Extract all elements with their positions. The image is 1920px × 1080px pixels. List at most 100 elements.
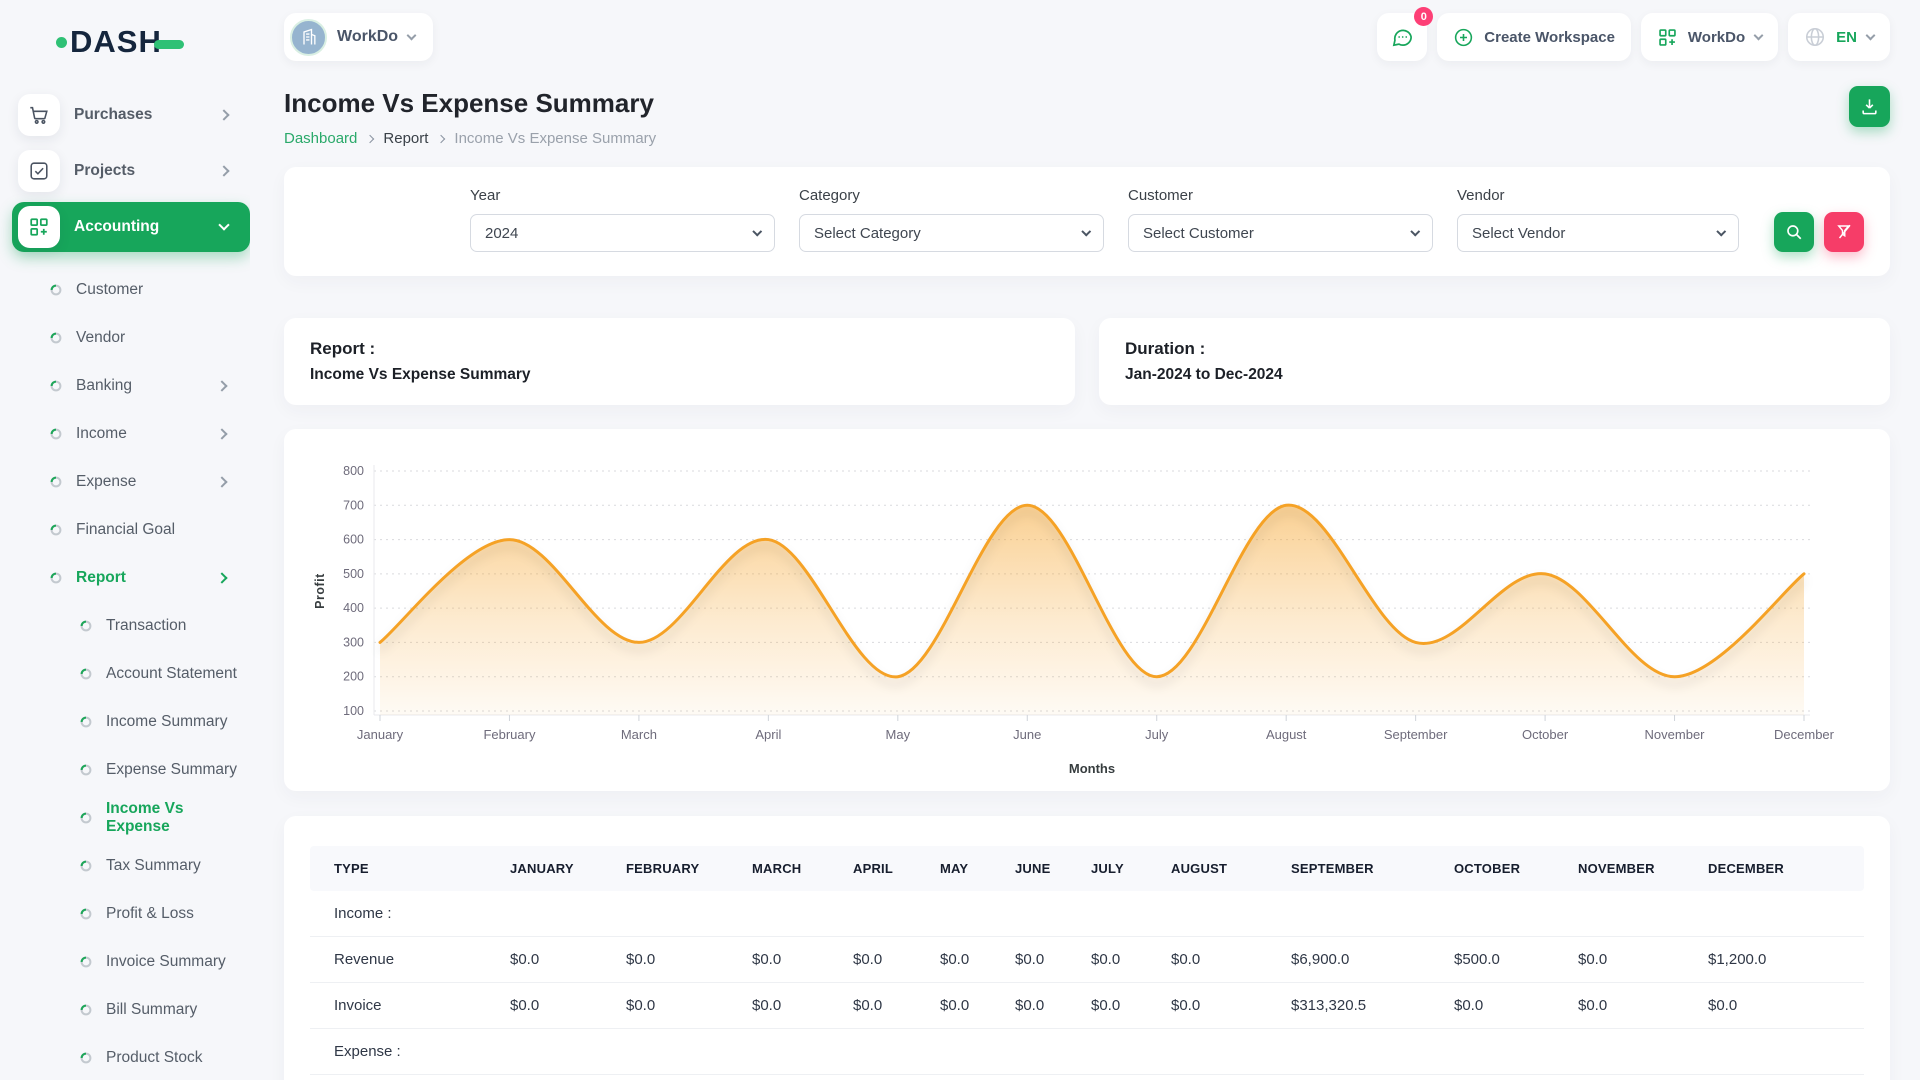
chevron-right-icon <box>216 380 227 391</box>
sidebar-item-product-stock[interactable]: Product Stock <box>12 1034 250 1080</box>
filter-group-vendor: Vendor Select Vendor <box>1457 187 1739 252</box>
sidebar-item-vendor[interactable]: Vendor <box>12 314 250 362</box>
cell-value: $0.0 <box>1015 983 1091 1029</box>
sidebar-item-accounting[interactable]: Accounting <box>12 202 250 252</box>
download-icon <box>1860 97 1879 116</box>
bullet-ring-icon <box>50 380 62 392</box>
breadcrumb-item-report[interactable]: Report <box>383 130 428 147</box>
sidebar-item-label: Bill Summary <box>106 1001 197 1019</box>
filter-label: Category <box>799 187 1104 204</box>
sidebar-item-expense[interactable]: Expense <box>12 458 250 506</box>
logo-dash-icon <box>154 40 184 49</box>
grid-plus-icon <box>1657 27 1678 48</box>
column-header-september: SEPTEMBER <box>1291 846 1454 891</box>
customer-select[interactable]: Select Customer <box>1128 214 1433 252</box>
sidebar-item-label: Financial Goal <box>76 521 175 539</box>
filter-fields: Year 2024 Category Select Category Custo… <box>470 187 1739 252</box>
sidebar-item-transaction[interactable]: Transaction <box>12 602 250 650</box>
workspace-switcher[interactable]: WorkDo <box>284 13 433 61</box>
table-row-invoice: Invoice$0.0$0.0$0.0$0.0$0.0$0.0$0.0$0.0$… <box>310 983 1864 1029</box>
svg-text:March: March <box>621 727 657 742</box>
sidebar-item-projects[interactable]: Projects <box>12 146 250 196</box>
sidebar-item-report[interactable]: Report <box>12 554 250 602</box>
cell-value: $0.0 <box>626 983 752 1029</box>
brand-logo[interactable]: DASH <box>56 24 250 60</box>
chevron-down-icon <box>1410 227 1419 236</box>
cell-value: $0.0 <box>853 983 940 1029</box>
sidebar-item-financial-goal[interactable]: Financial Goal <box>12 506 250 554</box>
language-selector[interactable]: EN <box>1788 13 1890 61</box>
sidebar-item-purchases[interactable]: Purchases <box>12 90 250 140</box>
create-workspace-button[interactable]: Create Workspace <box>1437 13 1631 61</box>
profit-area-chart: 100200300400500600700800 JanuaryFebruary… <box>308 445 1866 784</box>
column-header-august: AUGUST <box>1171 846 1291 891</box>
sidebar-item-tax-summary[interactable]: Tax Summary <box>12 842 250 890</box>
sidebar-item-label: Report <box>76 569 126 587</box>
sidebar-item-income[interactable]: Income <box>12 410 250 458</box>
sidebar-item-banking[interactable]: Banking <box>12 362 250 410</box>
svg-text:April: April <box>755 727 781 742</box>
breadcrumb-separator-icon <box>437 134 445 142</box>
vendor-select[interactable]: Select Vendor <box>1457 214 1739 252</box>
selected-value: Select Customer <box>1143 225 1254 242</box>
profit-area-fill <box>380 505 1804 715</box>
cell-value: $0.0 <box>752 937 853 983</box>
table-row-revenue: Revenue$0.0$0.0$0.0$0.0$0.0$0.0$0.0$0.0$… <box>310 937 1864 983</box>
summary-card-duration: Duration : Jan-2024 to Dec-2024 <box>1099 318 1890 405</box>
sidebar-item-label: Product Stock <box>106 1049 203 1067</box>
cell-value: $0.0 <box>1091 937 1171 983</box>
reset-filter-button[interactable] <box>1824 212 1864 252</box>
column-header-january: JANUARY <box>510 846 626 891</box>
grid-plus-icon <box>18 206 60 248</box>
sidebar-item-label: Profit & Loss <box>106 905 194 923</box>
bullet-ring-icon <box>80 812 92 824</box>
svg-text:January: January <box>357 727 404 742</box>
sidebar-item-expense-summary[interactable]: Expense Summary <box>12 746 250 794</box>
year-select[interactable]: 2024 <box>470 214 775 252</box>
app-menu-label: WorkDo <box>1688 29 1745 46</box>
download-report-button[interactable] <box>1849 86 1890 127</box>
svg-text:July: July <box>1145 727 1169 742</box>
filter-group-category: Category Select Category <box>799 187 1104 252</box>
breadcrumb-item-dashboard[interactable]: Dashboard <box>284 130 357 147</box>
section-label: Expense : <box>310 1029 510 1075</box>
chevron-down-icon <box>1754 30 1764 40</box>
chevron-right-icon <box>216 428 227 439</box>
apply-filter-button[interactable] <box>1774 212 1814 252</box>
bullet-ring-icon <box>50 428 62 440</box>
cell-value: $0.0 <box>853 937 940 983</box>
column-header-type: TYPE <box>310 846 510 891</box>
sidebar-item-bill-summary[interactable]: Bill Summary <box>12 986 250 1034</box>
messages-button[interactable]: 0 <box>1377 13 1427 61</box>
cell-value: $0.0 <box>1708 983 1864 1029</box>
building-icon <box>299 27 319 47</box>
sidebar-item-label: Purchases <box>74 106 152 124</box>
column-header-june: JUNE <box>1015 846 1091 891</box>
svg-text:600: 600 <box>343 533 364 547</box>
sidebar-item-label: Income Vs Expense <box>106 800 250 836</box>
cell-value: $0.0 <box>752 983 853 1029</box>
sidebar-item-label: Customer <box>76 281 143 299</box>
sidebar-item-label: Expense <box>76 473 136 491</box>
row-label: Revenue <box>310 937 510 983</box>
category-select[interactable]: Select Category <box>799 214 1104 252</box>
app-menu-button[interactable]: WorkDo <box>1641 13 1778 61</box>
topbar-actions: 0 Create Workspace WorkDo <box>1377 13 1890 61</box>
summary-cards: Report : Income Vs Expense Summary Durat… <box>284 318 1890 405</box>
section-label: Income : <box>310 891 510 937</box>
sidebar-item-invoice-summary[interactable]: Invoice Summary <box>12 938 250 986</box>
bullet-ring-icon <box>80 764 92 776</box>
sidebar-item-label: Transaction <box>106 617 186 635</box>
column-header-november: NOVEMBER <box>1578 846 1708 891</box>
sidebar-item-income-vs-expense[interactable]: Income Vs Expense <box>12 794 250 842</box>
sidebar-item-label: Vendor <box>76 329 125 347</box>
chevron-right-icon <box>218 165 229 176</box>
cell-value: $0.0 <box>1171 983 1291 1029</box>
sidebar-item-account-statement[interactable]: Account Statement <box>12 650 250 698</box>
topbar: WorkDo 0 Create Wor <box>284 0 1890 64</box>
search-icon <box>1785 223 1803 241</box>
sidebar-item-profit-loss[interactable]: Profit & Loss <box>12 890 250 938</box>
summary-card-value: Income Vs Expense Summary <box>310 366 1049 384</box>
sidebar-item-customer[interactable]: Customer <box>12 266 250 314</box>
sidebar-item-income-summary[interactable]: Income Summary <box>12 698 250 746</box>
